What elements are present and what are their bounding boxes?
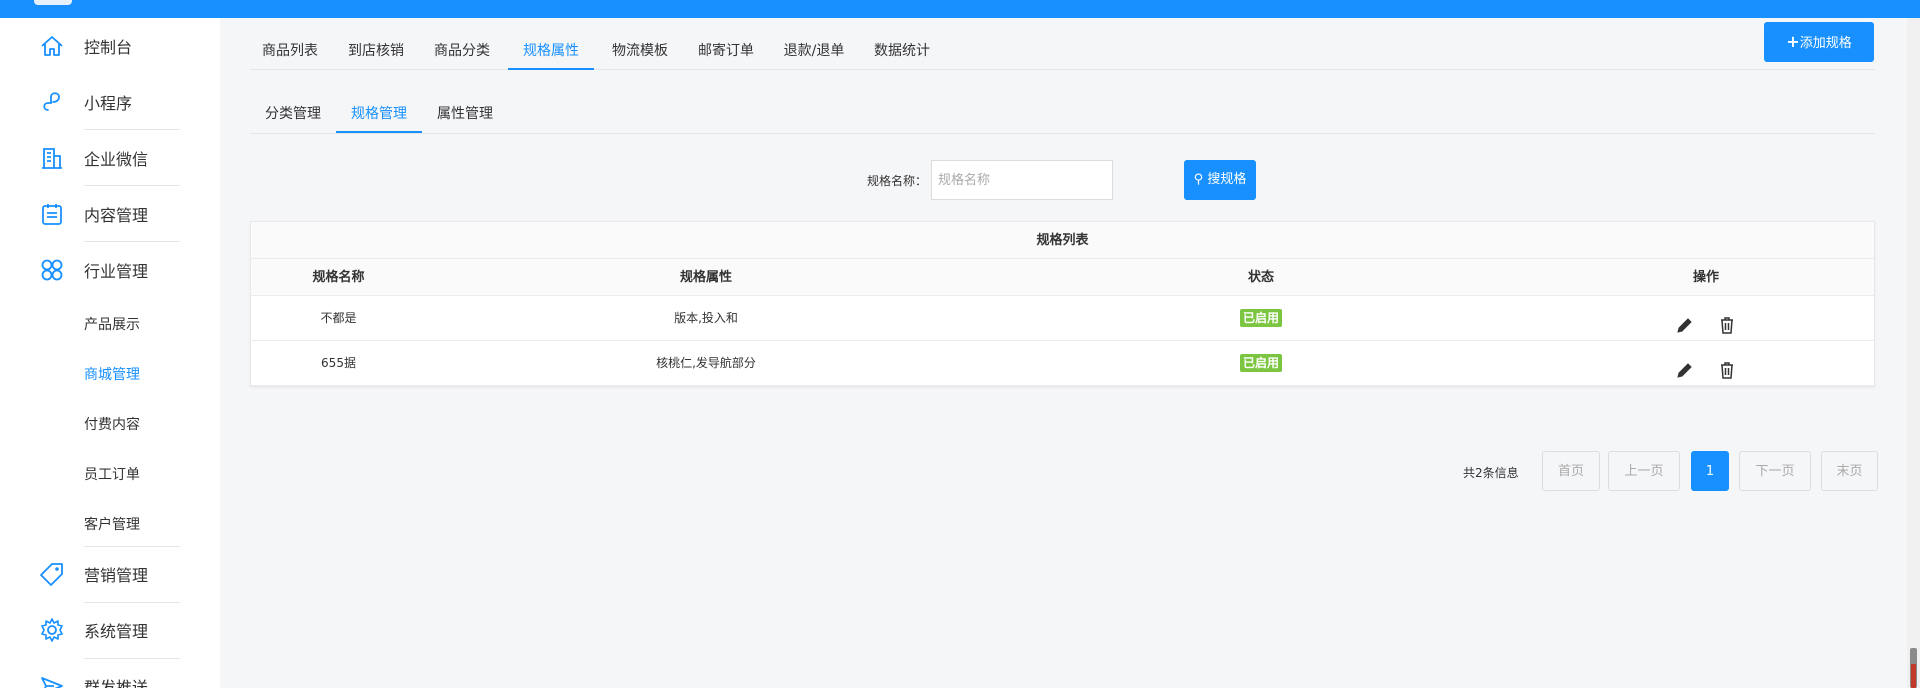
sidebar-item-broadcast[interactable]: 群发推送 (0, 658, 220, 688)
spec-table: 规格列表 规格名称 规格属性 状态 操作 不都是 版本,投入和 已启用 655据… (250, 221, 1875, 387)
sidebar-item-label: 群发推送 (84, 678, 149, 688)
send-icon (38, 672, 66, 688)
tab-product-list[interactable]: 商品列表 (250, 32, 330, 70)
sidebar-subitem-staff-orders[interactable]: 员工订单 (84, 464, 140, 484)
spec-name-input[interactable] (931, 160, 1113, 200)
edit-icon[interactable] (1675, 309, 1695, 333)
tab-shipping-template[interactable]: 物流模板 (600, 32, 680, 70)
search-button-label: 搜规格 (1207, 172, 1247, 187)
sidebar-item-system[interactable]: 系统管理 (0, 602, 220, 658)
next-page-button[interactable]: 下一页 (1739, 451, 1811, 491)
subtab-category[interactable]: 分类管理 (250, 95, 336, 133)
tab-statistics[interactable]: 数据统计 (862, 32, 942, 70)
divider (84, 602, 180, 603)
grid-icon (38, 256, 66, 284)
sidebar-item-dashboard[interactable]: 控制台 (0, 18, 220, 74)
edit-icon[interactable] (1675, 354, 1695, 378)
status-badge: 已启用 (1239, 354, 1282, 372)
col-actions: 操作 (1692, 270, 1719, 285)
sidebar-item-label: 控制台 (84, 38, 133, 57)
sidebar-subitem-customers[interactable]: 客户管理 (84, 514, 140, 534)
delete-icon[interactable] (1717, 354, 1737, 379)
search-button[interactable]: ⚲ 搜规格 (1184, 160, 1256, 200)
top-bar-tab[interactable] (34, 0, 72, 5)
home-icon (38, 32, 66, 60)
sidebar-item-label: 营销管理 (84, 566, 149, 585)
status-cell: 已启用 (986, 296, 1536, 341)
last-page-button[interactable]: 末页 (1821, 451, 1878, 491)
link-icon (38, 88, 66, 116)
tag-icon (38, 560, 66, 588)
table-header: 规格名称 规格属性 状态 操作 (251, 259, 1874, 296)
sidebar-subitem-products[interactable]: 产品展示 (84, 314, 140, 334)
tab-refunds[interactable]: 退款/退单 (772, 32, 856, 70)
table-caption: 规格列表 (251, 222, 1874, 259)
sidebar-subitem-paid-content[interactable]: 付费内容 (84, 414, 140, 434)
sidebar-item-label: 行业管理 (84, 262, 149, 281)
gear-icon (38, 616, 66, 644)
search-label: 规格名称： (867, 174, 928, 188)
scrollbar[interactable] (1907, 18, 1920, 688)
actions-cell (1536, 341, 1876, 386)
tab-mail-orders[interactable]: 邮寄订单 (686, 32, 766, 70)
sidebar-item-content[interactable]: 内容管理 (0, 186, 220, 242)
pagination: 共2条信息 首页 上一页 1 下一页 末页 (250, 451, 1878, 491)
add-spec-button[interactable]: +添加规格 (1764, 22, 1874, 62)
subtab-spec[interactable]: 规格管理 (336, 95, 422, 133)
status-cell: 已启用 (986, 341, 1536, 386)
sidebar-item-label: 内容管理 (84, 206, 149, 225)
col-spec-attrs: 规格属性 (679, 270, 732, 285)
sidebar-item-label: 企业微信 (84, 150, 149, 169)
tab-spec-attributes[interactable]: 规格属性 (508, 32, 594, 70)
subtab-attribute[interactable]: 属性管理 (422, 95, 508, 133)
sidebar-item-label: 小程序 (84, 94, 133, 113)
search-icon: ⚲ (1193, 172, 1204, 187)
sidebar-item-label: 系统管理 (84, 622, 149, 641)
sidebar-item-industry[interactable]: 行业管理 (0, 242, 220, 298)
sidebar-item-miniprogram[interactable]: 小程序 (0, 74, 220, 130)
first-page-button[interactable]: 首页 (1542, 451, 1600, 491)
sidebar-item-marketing[interactable]: 营销管理 (0, 546, 220, 602)
spec-name-cell: 655据 (321, 356, 356, 370)
calendar-icon (38, 200, 66, 228)
sidebar-subitem-mall[interactable]: 商城管理 (84, 364, 140, 384)
spec-name-cell: 不都是 (320, 311, 357, 325)
col-status: 状态 (1247, 270, 1274, 285)
actions-cell (1536, 296, 1876, 341)
primary-tabs: 商品列表 到店核销 商品分类 规格属性 物流模板 邮寄订单 退款/退单 数据统计 (250, 32, 1875, 70)
table-row: 655据 核桃仁,发导航部分 已启用 (251, 341, 1874, 386)
sidebar: 控制台 小程序 企业微信 内容管理 行业管理 产品展示 商城管理 付费内容 员工… (0, 18, 220, 688)
sidebar-item-wework[interactable]: 企业微信 (0, 130, 220, 186)
delete-icon[interactable] (1717, 309, 1737, 334)
col-spec-name: 规格名称 (312, 270, 365, 285)
divider (84, 546, 180, 547)
building-icon (38, 144, 66, 172)
status-badge: 已启用 (1239, 309, 1282, 327)
tab-store-verify[interactable]: 到店核销 (336, 32, 416, 70)
spec-attrs-cell: 版本,投入和 (674, 311, 738, 325)
add-spec-label: 添加规格 (1799, 36, 1852, 51)
top-bar (0, 0, 1920, 18)
search-bar: 规格名称： ⚲ 搜规格 (250, 160, 1875, 200)
page-1-button[interactable]: 1 (1691, 451, 1729, 491)
pagination-info: 共2条信息 (1463, 466, 1519, 480)
prev-page-button[interactable]: 上一页 (1608, 451, 1680, 491)
table-row: 不都是 版本,投入和 已启用 (251, 296, 1874, 341)
spec-attrs-cell: 核桃仁,发导航部分 (656, 356, 756, 370)
scrollbar-marker (1911, 664, 1916, 688)
plus-icon: + (1786, 32, 1800, 51)
divider (84, 658, 180, 659)
tab-product-category[interactable]: 商品分类 (422, 32, 502, 70)
secondary-tabs: 分类管理 规格管理 属性管理 (250, 95, 1875, 134)
